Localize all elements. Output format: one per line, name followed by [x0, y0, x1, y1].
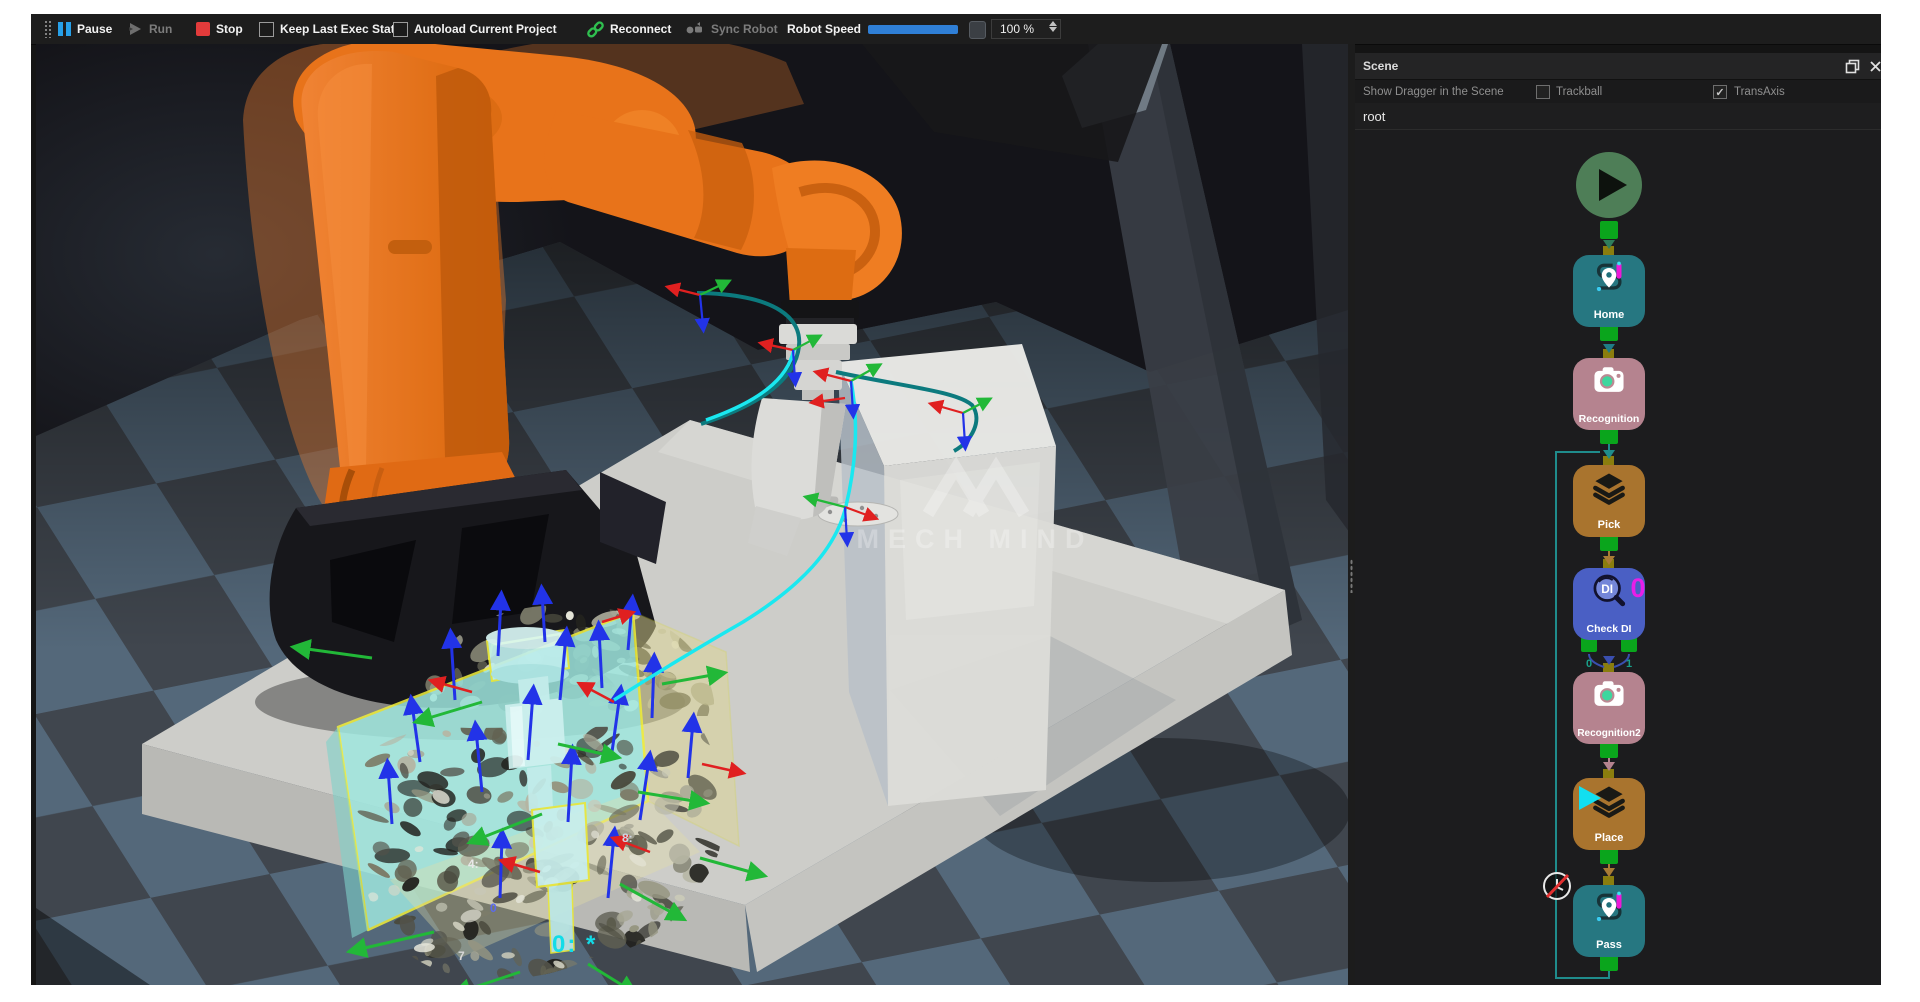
- transaxis-label[interactable]: TransAxis: [1734, 86, 1785, 98]
- float-window-icon[interactable]: [1845, 59, 1860, 74]
- pause-label: Pause: [77, 22, 112, 36]
- white-box: [838, 344, 1056, 806]
- app-window: Pause Run Stop Keep Last Exec State Auto…: [31, 14, 1881, 985]
- sync-robot-icon: [685, 22, 705, 36]
- scene-panel: Scene Show Dragger in the Scene Trackbal…: [1355, 45, 1881, 985]
- speed-value: 100 %: [1000, 22, 1034, 36]
- pick-target-label: 0: *: [552, 931, 597, 958]
- reconnect-button[interactable]: Reconnect: [587, 14, 671, 44]
- flow-node-pick[interactable]: Pick: [1573, 465, 1645, 537]
- reconnect-link-icon: [587, 21, 604, 38]
- flow-node-recognition2[interactable]: Recognition2: [1573, 672, 1645, 744]
- svg-text:Pick: Pick: [1598, 519, 1622, 531]
- checkbox-icon: [259, 22, 274, 37]
- trackball-label[interactable]: Trackball: [1556, 86, 1602, 98]
- speed-spinbox[interactable]: 100 %: [991, 19, 1061, 39]
- sync-robot-label: Sync Robot: [711, 22, 778, 36]
- flow-node-start[interactable]: [1576, 152, 1642, 218]
- autoload-project-label: Autoload Current Project: [414, 22, 557, 36]
- pose-label: 8:: [622, 831, 633, 845]
- autoload-project-checkbox[interactable]: Autoload Current Project: [393, 14, 557, 44]
- run-icon: [128, 22, 143, 36]
- watermark-text: MECH MIND: [857, 524, 1094, 554]
- panel-title: Scene: [1363, 59, 1398, 73]
- robot-speed-slider[interactable]: [868, 25, 972, 34]
- svg-text:Recognition2: Recognition2: [1577, 728, 1641, 739]
- wrist-ring: [781, 300, 859, 320]
- panel-splitter[interactable]: [1348, 44, 1355, 985]
- pose-label: 7: [458, 949, 465, 963]
- keep-last-exec-label: Keep Last Exec State: [280, 22, 401, 36]
- close-icon[interactable]: [1868, 59, 1883, 74]
- 3d-viewport[interactable]: 8: 4: 0 7 0: * MECH MIND: [36, 44, 1355, 985]
- flow-node-place[interactable]: Place: [1573, 778, 1645, 850]
- panel-titlebar: Scene: [1355, 53, 1881, 80]
- checkbox-icon: [393, 22, 408, 37]
- panel-options-row: Show Dragger in the Scene Trackball Tran…: [1355, 80, 1881, 104]
- flow-node-home[interactable]: Home: [1573, 255, 1645, 327]
- spin-up-icon[interactable]: [1049, 21, 1057, 26]
- pose-label: 4:: [468, 857, 479, 871]
- camera-icon: [1594, 681, 1623, 706]
- run-label: Run: [149, 22, 172, 36]
- svg-text:Check DI: Check DI: [1587, 623, 1632, 635]
- check-di-badge: 0: [1630, 573, 1645, 603]
- svg-text:Pass: Pass: [1596, 939, 1622, 951]
- show-dragger-label[interactable]: Show Dragger in the Scene: [1363, 86, 1504, 98]
- slider-handle[interactable]: [969, 21, 986, 39]
- keep-last-exec-checkbox[interactable]: Keep Last Exec State: [259, 14, 401, 44]
- pause-icon: [58, 22, 71, 36]
- flow-node-check-di[interactable]: Check DI 0: [1573, 568, 1646, 640]
- sync-robot-button[interactable]: Sync Robot: [685, 14, 778, 44]
- stop-button[interactable]: Stop: [196, 14, 243, 44]
- transaxis-checkbox[interactable]: [1713, 85, 1727, 99]
- reconnect-label: Reconnect: [610, 22, 671, 36]
- pose-label: 0: [490, 901, 497, 915]
- check-di-port0-label: 0: [1586, 658, 1592, 670]
- trackball-checkbox[interactable]: [1536, 85, 1550, 99]
- route-pin-icon: [1597, 892, 1621, 921]
- check-di-port1-label: 1: [1626, 658, 1632, 670]
- pause-button[interactable]: Pause: [58, 14, 112, 44]
- svg-text:Recognition: Recognition: [1579, 413, 1640, 425]
- flow-node-pass[interactable]: Pass: [1573, 885, 1645, 957]
- stop-label: Stop: [216, 22, 243, 36]
- toolbar: Pause Run Stop Keep Last Exec State Auto…: [31, 14, 1881, 45]
- workflow-graph[interactable]: DI: [1355, 130, 1881, 985]
- slider-track: [868, 25, 958, 34]
- route-pin-icon: [1597, 262, 1621, 291]
- spin-down-icon[interactable]: [1049, 27, 1057, 32]
- toolbar-drag-handle-icon[interactable]: [44, 20, 51, 38]
- no-wait-clock-icon[interactable]: [1544, 873, 1570, 899]
- flow-node-recognition[interactable]: Recognition: [1573, 358, 1645, 430]
- stop-icon: [196, 22, 210, 36]
- root-breadcrumb[interactable]: root: [1355, 103, 1881, 130]
- camera-icon: [1594, 367, 1623, 392]
- robot-speed-label: Robot Speed: [787, 14, 861, 44]
- spinbox-arrows[interactable]: [1049, 21, 1057, 32]
- scene-canvas[interactable]: 8: 4: 0 7 0: * MECH MIND: [36, 44, 1355, 985]
- splitter-grip-icon: [1350, 559, 1353, 593]
- page: Pause Run Stop Keep Last Exec State Auto…: [0, 0, 1920, 1002]
- svg-text:Home: Home: [1594, 309, 1625, 321]
- run-button[interactable]: Run: [128, 14, 172, 44]
- svg-text:Place: Place: [1595, 832, 1624, 844]
